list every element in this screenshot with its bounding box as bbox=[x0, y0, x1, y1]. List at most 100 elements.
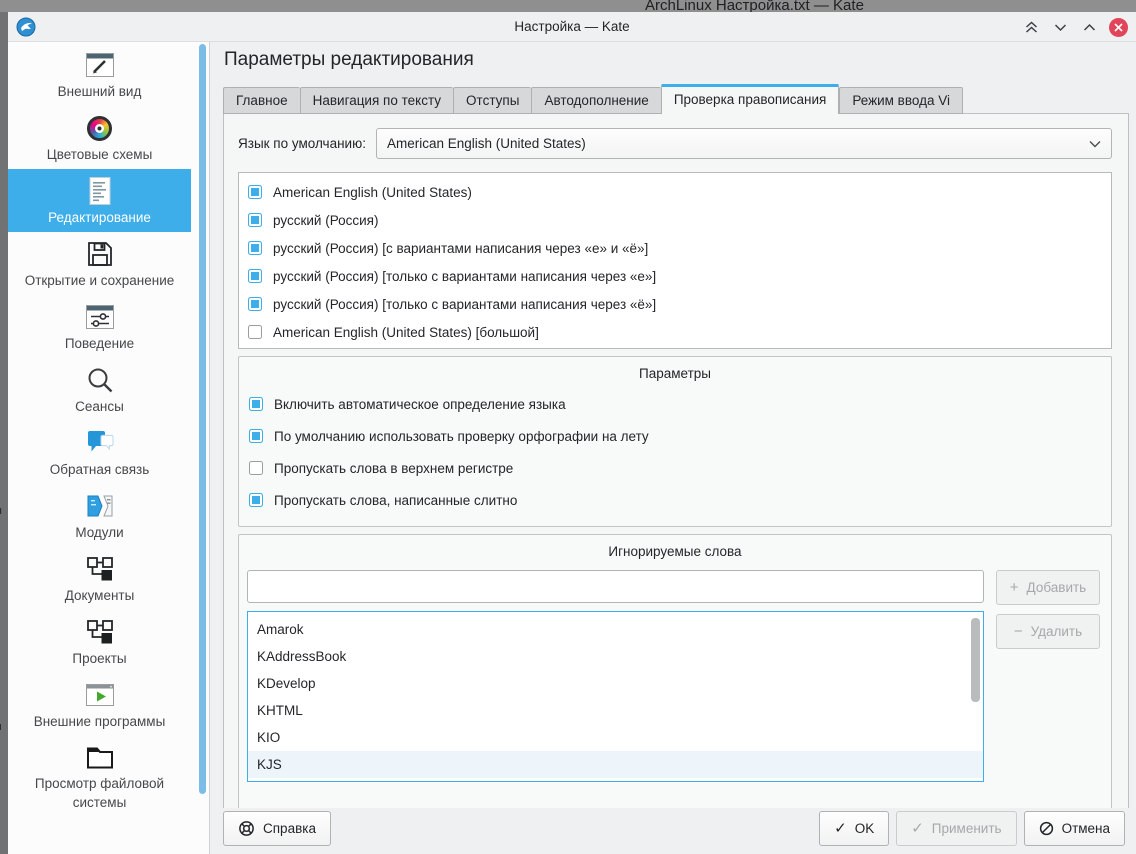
sidebar-label: Поведение bbox=[64, 336, 135, 351]
checkbox[interactable] bbox=[248, 325, 262, 339]
remove-word-label: Удалить bbox=[1030, 624, 1083, 639]
help-label: Справка bbox=[263, 820, 316, 836]
page-title: Параметры редактирования bbox=[224, 49, 474, 70]
checkbox[interactable] bbox=[249, 429, 263, 443]
sidebar-item-behavior[interactable]: Поведение bbox=[8, 295, 191, 358]
checkbox[interactable] bbox=[249, 493, 263, 507]
sidebar-item-sessions[interactable]: Сеансы bbox=[8, 358, 191, 421]
dictionary-row[interactable]: русский (Россия) bbox=[239, 206, 1111, 234]
close-button[interactable] bbox=[1109, 17, 1128, 37]
dictionary-row[interactable]: American English (United States) [большо… bbox=[239, 318, 1111, 346]
option-label: Пропускать слова в верхнем регистре bbox=[274, 460, 514, 476]
sidebar-item-appearance[interactable]: Внешний вид bbox=[8, 43, 191, 106]
word-row[interactable]: Amarok bbox=[248, 616, 983, 643]
dictionary-row[interactable]: русский (Россия) [с вариантами написания… bbox=[239, 234, 1111, 262]
minus-icon: − bbox=[1013, 623, 1023, 640]
sidebar-label: Внешний вид bbox=[57, 84, 142, 99]
sidebar-item-plugins[interactable]: Модули bbox=[8, 484, 191, 547]
add-word-label: Добавить bbox=[1026, 580, 1087, 595]
sidebar-item-editing[interactable]: Редактирование bbox=[8, 169, 191, 232]
minimize-button[interactable] bbox=[1051, 18, 1069, 36]
tab-text-navigation[interactable]: Навигация по тексту bbox=[299, 87, 454, 114]
checkbox[interactable] bbox=[249, 397, 263, 411]
option-row[interactable]: Пропускать слова в верхнем регистре bbox=[239, 452, 1111, 484]
option-row[interactable]: Пропускать слова, написанные слитно bbox=[239, 484, 1111, 516]
word-row[interactable]: KJS bbox=[248, 751, 983, 778]
sidebar-item-filesystem-browser[interactable]: Просмотр файловой системы bbox=[8, 736, 191, 816]
add-word-button[interactable]: + Добавить bbox=[996, 570, 1100, 605]
magnifier-icon bbox=[86, 363, 114, 397]
default-language-value: American English (United States) bbox=[386, 136, 586, 151]
feedback-icon bbox=[85, 426, 115, 460]
background-window-edge-text: о у л а о d е е о й и г с е о п н в ы е … bbox=[0, 12, 8, 768]
word-row[interactable]: KDevelop bbox=[248, 670, 983, 697]
option-label: Пропускать слова, написанные слитно bbox=[274, 492, 518, 508]
word-row[interactable]: KHTML bbox=[248, 697, 983, 724]
apply-button[interactable]: ✓ Применить bbox=[896, 810, 1017, 846]
tab-spellcheck[interactable]: Проверка правописания bbox=[660, 84, 840, 114]
tab-general[interactable]: Главное bbox=[223, 87, 300, 114]
dictionary-label: русский (Россия) bbox=[273, 212, 379, 228]
dictionary-label: русский (Россия) [с вариантами написания… bbox=[273, 240, 649, 256]
help-button[interactable]: Справка bbox=[223, 810, 331, 846]
dictionary-row[interactable]: русский (Россия) [только с вариантами на… bbox=[239, 290, 1111, 318]
ok-label: OK bbox=[854, 820, 875, 836]
dictionary-label: American English (United States) bbox=[273, 184, 472, 200]
checkbox[interactable] bbox=[248, 185, 262, 199]
behavior-icon bbox=[85, 300, 115, 334]
maximize-button[interactable] bbox=[1080, 18, 1098, 36]
default-language-dropdown[interactable]: American English (United States) bbox=[375, 128, 1112, 159]
ignored-word-input[interactable] bbox=[247, 570, 984, 603]
sidebar-label: Документы bbox=[64, 588, 135, 603]
checkbox[interactable] bbox=[248, 241, 262, 255]
ok-button[interactable]: ✓ OK bbox=[819, 810, 890, 846]
spellcheck-panel: Язык по умолчанию: American English (Uni… bbox=[223, 113, 1129, 811]
sidebar-item-feedback[interactable]: Обратная связь bbox=[8, 421, 191, 484]
checkbox[interactable] bbox=[248, 269, 262, 283]
tab-vi-input-mode[interactable]: Режим ввода Vi bbox=[839, 87, 963, 114]
folder-icon bbox=[86, 740, 114, 774]
sidebar-scrollbar[interactable] bbox=[199, 44, 206, 794]
lifebuoy-help-icon bbox=[239, 820, 254, 836]
option-row[interactable]: По умолчанию использовать проверку орфог… bbox=[239, 420, 1111, 452]
checkbox[interactable] bbox=[248, 213, 262, 227]
cancel-icon bbox=[1039, 821, 1053, 835]
sidebar-label: Редактирование bbox=[48, 210, 151, 225]
dictionary-row[interactable]: American English (United States) bbox=[239, 178, 1111, 206]
cancel-button[interactable]: Отмена bbox=[1023, 810, 1125, 846]
sidebar-item-open-save[interactable]: Открытие и сохранение bbox=[8, 232, 191, 295]
sidebar-item-documents[interactable]: Документы bbox=[8, 547, 191, 610]
tab-auto-completion[interactable]: Автодополнение bbox=[531, 87, 661, 114]
sidebar-label: Сеансы bbox=[75, 399, 124, 414]
word-row[interactable]: KAddressBook bbox=[248, 643, 983, 670]
default-language-row: Язык по умолчанию: American English (Uni… bbox=[238, 128, 1112, 159]
keep-above-button[interactable] bbox=[1022, 18, 1040, 36]
tab-bar: Главное Навигация по тексту Отступы Авто… bbox=[223, 84, 1130, 114]
dictionary-label: русский (Россия) [только с вариантами на… bbox=[273, 296, 657, 312]
default-language-label: Язык по умолчанию: bbox=[238, 136, 366, 151]
kate-app-icon bbox=[16, 17, 36, 37]
sidebar-label: Модули bbox=[75, 525, 124, 540]
flowchart-icon bbox=[86, 552, 114, 586]
check-icon: ✓ bbox=[911, 819, 924, 837]
checkbox[interactable] bbox=[249, 461, 263, 475]
sidebar-item-color-schemes[interactable]: Цветовые схемы bbox=[8, 106, 191, 169]
remove-word-button[interactable]: − Удалить bbox=[996, 614, 1100, 649]
option-row[interactable]: Включить автоматическое определение язык… bbox=[239, 388, 1111, 420]
ignored-words-list: Amarok KAddressBook KDevelop KHTML KIO K… bbox=[247, 611, 984, 782]
settings-main-area: Параметры редактирования Главное Навигац… bbox=[211, 42, 1136, 811]
dictionary-row[interactable]: русский (Россия) [только с вариантами на… bbox=[239, 262, 1111, 290]
sidebar-item-projects[interactable]: Проекты bbox=[8, 610, 191, 673]
option-label: По умолчанию использовать проверку орфог… bbox=[274, 428, 649, 444]
word-list-scrollbar[interactable] bbox=[971, 618, 980, 702]
sidebar-item-external-tools[interactable]: Внешние программы bbox=[8, 673, 191, 736]
word-row[interactable]: KIO bbox=[248, 724, 983, 751]
checkbox[interactable] bbox=[248, 297, 262, 311]
apply-label: Применить bbox=[931, 820, 1002, 836]
flowchart-icon bbox=[86, 615, 114, 649]
ignored-words-group: Игнорируемые слова Amarok KAddressBook K… bbox=[238, 534, 1112, 811]
background-window-edge: о у л а о d е е о й и г с е о п н в ы е … bbox=[0, 12, 8, 854]
dictionary-label: русский (Россия) [только с вариантами на… bbox=[273, 268, 657, 284]
tab-indentation[interactable]: Отступы bbox=[453, 87, 532, 114]
sidebar-label: Цветовые схемы bbox=[46, 147, 153, 162]
